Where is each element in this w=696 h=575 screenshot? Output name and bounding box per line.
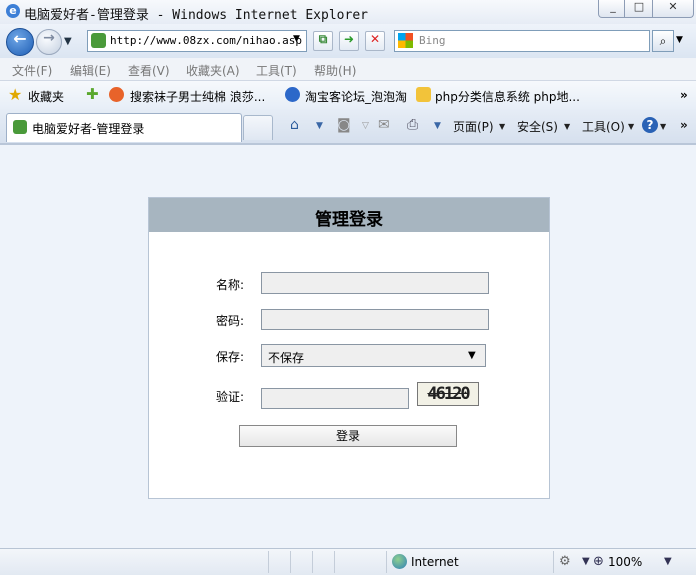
back-button[interactable]: ← (6, 28, 34, 56)
zoom-icon[interactable]: ⊕ (593, 554, 604, 569)
print-dropdown-icon[interactable]: ▼ (434, 121, 441, 131)
save-select[interactable]: 不保存 ▼ (261, 344, 486, 367)
mail-icon[interactable]: ✉ (378, 117, 390, 133)
feeds-dropdown-icon[interactable]: ▽ (362, 121, 369, 131)
safety-menu[interactable]: 安全(S) (517, 118, 558, 135)
zoom-dropdown-icon[interactable]: ▼ (664, 556, 672, 567)
menu-file[interactable]: 文件(F) (12, 62, 52, 79)
help-icon[interactable]: ? (642, 117, 658, 133)
page-menu[interactable]: 页面(P) (453, 118, 494, 135)
status-divider (553, 551, 554, 573)
tab-label: 电脑爱好者-管理登录 (32, 122, 145, 136)
name-input[interactable] (261, 272, 489, 294)
status-bar: Internet ⚙ ▼ ⊕ 100% ▼ (0, 548, 696, 575)
search-placeholder: Bing (419, 34, 446, 47)
menu-view[interactable]: 查看(V) (128, 62, 170, 79)
status-divider (386, 551, 387, 573)
feeds-icon[interactable]: ◙ (337, 117, 351, 133)
command-overflow-icon[interactable]: » (680, 118, 688, 132)
name-label: 名称: (216, 278, 245, 292)
ie-logo-icon: e (6, 4, 20, 18)
window-title: 电脑爱好者-管理登录 - Windows Internet Explorer (24, 8, 368, 23)
add-to-favorites-icon[interactable]: ✚ (86, 87, 101, 102)
protected-mode-icon[interactable]: ⚙ (559, 554, 571, 569)
forward-button[interactable]: → (36, 29, 62, 55)
password-input[interactable] (261, 309, 489, 330)
chevron-down-icon: ▼ (468, 350, 476, 361)
captcha-input[interactable] (261, 388, 409, 409)
safety-dropdown-icon[interactable]: ▼ (564, 122, 570, 131)
address-dropdown-icon[interactable]: ▼ (293, 34, 300, 44)
favorite-link-icon-1 (109, 87, 124, 102)
search-input[interactable]: Bing (394, 30, 650, 52)
tab-active[interactable]: 电脑爱好者-管理登录 (6, 113, 242, 142)
status-divider (312, 551, 313, 573)
status-divider (268, 551, 269, 573)
status-divider (290, 551, 291, 573)
menu-edit[interactable]: 编辑(E) (70, 62, 111, 79)
save-label: 保存: (216, 350, 245, 364)
tools-dropdown-icon[interactable]: ▼ (628, 122, 634, 131)
compatibility-view-icon[interactable]: ⧉ (313, 31, 333, 51)
login-header: 管理登录 (149, 198, 549, 232)
verify-label: 验证: (216, 390, 245, 404)
maximize-button[interactable]: □ (624, 0, 654, 18)
tab-row: 电脑爱好者-管理登录 ⌂ ▼ ◙ ▽ ✉ ⎙ ▼ 页面(P) ▼ 安全(S) ▼… (0, 109, 696, 143)
search-options-dropdown-icon[interactable]: ▼ (676, 35, 683, 45)
security-zone: Internet (411, 555, 459, 569)
captcha-image: 46120 (417, 382, 479, 406)
title-bar: e 电脑爱好者-管理登录 - Windows Internet Explorer… (0, 0, 696, 24)
page-content: 管理登录 名称: 密码: 保存: 不保存 ▼ 验证: 46120 登录 (0, 143, 696, 550)
refresh-go-icon[interactable]: ➜ (339, 31, 359, 51)
menu-favorites[interactable]: 收藏夹(A) (186, 62, 240, 79)
favorite-link-icon-3 (416, 87, 431, 102)
windows-logo-icon (398, 33, 413, 48)
login-button[interactable]: 登录 (239, 425, 457, 447)
site-favicon-icon (91, 33, 106, 48)
close-button[interactable]: ✕ (652, 0, 694, 18)
login-panel: 管理登录 名称: 密码: 保存: 不保存 ▼ 验证: 46120 登录 (148, 197, 550, 499)
address-url[interactable]: http://www.08zx.com/nihao.asp (110, 34, 302, 47)
favorites-star-icon[interactable]: ★ (8, 87, 23, 103)
status-divider (334, 551, 335, 573)
tab-favicon-icon (13, 120, 27, 134)
menu-help[interactable]: 帮助(H) (314, 62, 356, 79)
menu-bar: 文件(F) 编辑(E) 查看(V) 收藏夹(A) 工具(T) 帮助(H) (0, 58, 696, 81)
favorite-link-1[interactable]: 搜索袜子男士纯棉 浪莎... (130, 88, 265, 105)
favorites-bar: ★ 收藏夹 ✚ 搜索袜子男士纯棉 浪莎... 淘宝客论坛_泡泡淘 php分类信息… (0, 81, 696, 109)
favorite-link-3[interactable]: php分类信息系统 php地... (435, 88, 580, 105)
password-label: 密码: (216, 314, 245, 328)
new-tab-button[interactable] (243, 115, 273, 140)
favorite-link-2[interactable]: 淘宝客论坛_泡泡淘 (305, 88, 407, 105)
favorites-overflow-icon[interactable]: » (680, 88, 688, 102)
navigation-bar: ← → ▼ http://www.08zx.com/nihao.asp ▼ ⧉ … (0, 24, 696, 58)
address-bar[interactable]: http://www.08zx.com/nihao.asp ▼ (87, 30, 307, 52)
tools-menu[interactable]: 工具(O) (582, 118, 625, 135)
favorite-link-icon-2 (285, 87, 300, 102)
help-dropdown-icon[interactable]: ▼ (660, 122, 666, 131)
home-dropdown-icon[interactable]: ▼ (316, 121, 323, 131)
history-dropdown-icon[interactable]: ▼ (64, 36, 72, 47)
zoom-level[interactable]: 100% (608, 555, 642, 569)
search-icon[interactable]: ⌕ (652, 30, 674, 52)
print-icon[interactable]: ⎙ (407, 117, 418, 133)
menu-tools[interactable]: 工具(T) (256, 62, 297, 79)
internet-zone-icon (392, 554, 407, 569)
save-select-value: 不保存 (268, 351, 305, 365)
page-dropdown-icon[interactable]: ▼ (499, 122, 505, 131)
protected-mode-dropdown-icon[interactable]: ▼ (582, 556, 590, 567)
login-title: 管理登录 (315, 210, 383, 230)
stop-icon[interactable]: ✕ (365, 31, 385, 51)
home-icon[interactable]: ⌂ (290, 117, 299, 133)
favorites-button[interactable]: 收藏夹 (28, 88, 64, 105)
